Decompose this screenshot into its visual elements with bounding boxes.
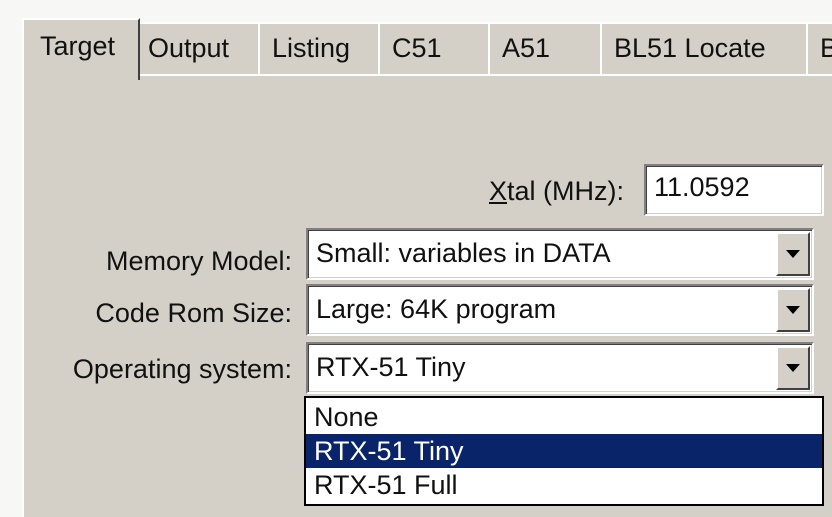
chevron-down-icon [786,250,800,258]
xtal-label: Xtal (MHz): [462,176,624,207]
chevron-down-icon [786,306,800,314]
chevron-down-icon [786,364,800,372]
operating-system-dropdown-button[interactable] [776,346,810,390]
tab-label: Target [40,31,116,61]
memory-model-dropdown-button[interactable] [776,232,810,276]
tab-output[interactable]: Output [134,22,260,74]
memory-model-value: Small: variables in DATA [316,238,611,268]
tab-bl-truncated[interactable]: BL [806,22,832,74]
tab-strip: Output Listing C51 A51 BL51 Locate BL Ta… [22,18,832,80]
memory-model-select[interactable]: Small: variables in DATA [306,228,814,280]
memory-model-label: Memory Model: [105,246,292,276]
xtal-label-accelerator: X [488,176,507,206]
tab-label: Output [148,33,230,63]
tab-label: A51 [502,33,551,63]
tab-label: BL51 Locate [614,33,766,63]
tab-target[interactable]: Target [22,18,140,80]
operating-system-select[interactable]: RTX-51 Tiny [306,342,814,394]
code-rom-size-dropdown-button[interactable] [776,288,810,332]
operating-system-dropdown-list: None RTX-51 Tiny RTX-51 Full [304,396,824,506]
operating-system-label: Operating system: [72,354,292,384]
code-rom-size-value: Large: 64K program [316,294,557,324]
tab-listing[interactable]: Listing [258,22,380,74]
tab-label: BL [820,33,832,63]
tab-label: Listing [272,33,351,63]
project-options-dialog: Output Listing C51 A51 BL51 Locate BL Ta… [0,0,832,517]
code-rom-size-select[interactable]: Large: 64K program [306,284,814,336]
xtal-value: 11.0592 [654,172,750,202]
code-rom-size-label: Code Rom Size: [95,298,292,328]
xtal-mhz-input[interactable]: 11.0592 [644,164,824,216]
operating-system-value: RTX-51 Tiny [316,352,466,382]
tab-bl51-locate[interactable]: BL51 Locate [600,22,808,74]
xtal-label-text: tal (MHz): [507,176,624,206]
option-rtx51-full[interactable]: RTX-51 Full [306,468,822,502]
option-none[interactable]: None [306,400,822,434]
tab-c51[interactable]: C51 [378,22,490,74]
tab-a51[interactable]: A51 [488,22,602,74]
option-rtx51-tiny[interactable]: RTX-51 Tiny [306,434,822,468]
tab-label: C51 [392,33,442,63]
